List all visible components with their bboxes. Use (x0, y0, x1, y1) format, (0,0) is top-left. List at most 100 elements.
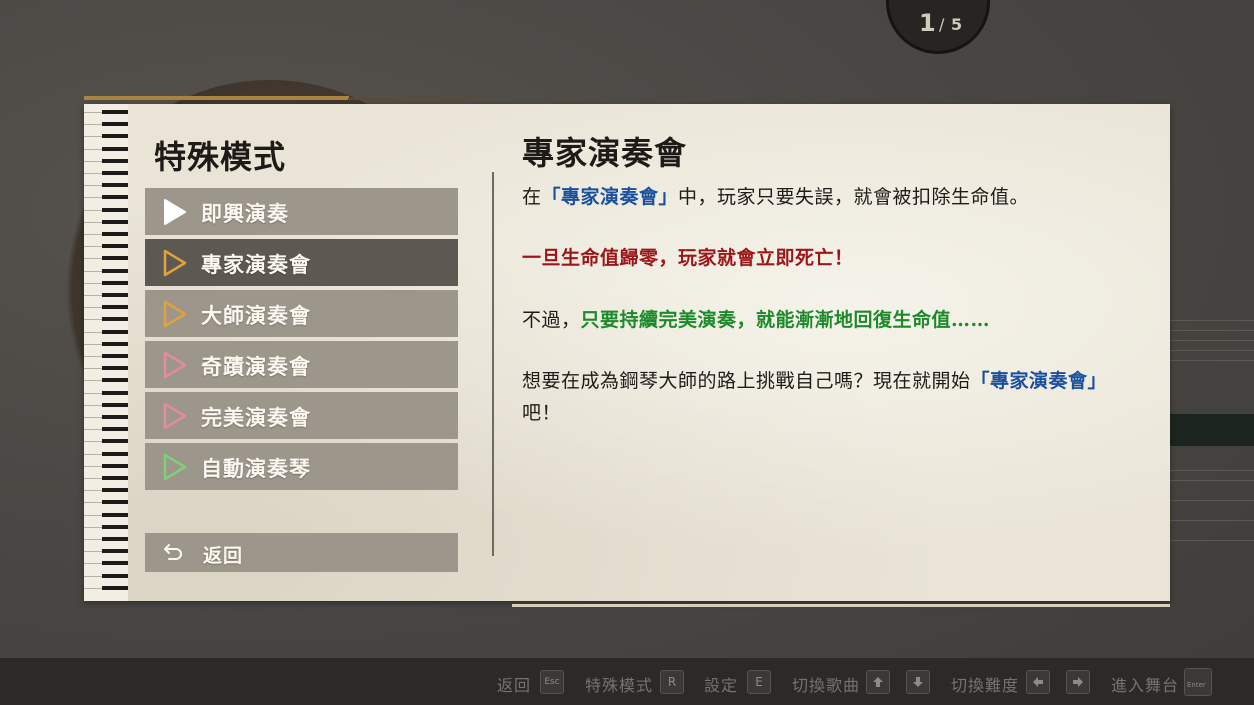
piano-key-separator (84, 185, 102, 187)
piano-key-separator (84, 514, 102, 516)
piano-black-key (102, 463, 128, 468)
piano-black-key (102, 329, 128, 334)
piano-key-separator (84, 282, 102, 284)
play-triangle-icon (163, 300, 187, 328)
piano-keys-decoration (84, 104, 128, 601)
piano-black-key (102, 561, 128, 566)
piano-key-separator (84, 173, 102, 174)
mode-name-highlight: 「專家演奏會」 (970, 370, 1108, 392)
text-segment: 不過， (522, 309, 581, 331)
piano-black-key (102, 305, 128, 310)
piano-key-separator (84, 295, 102, 296)
text-segment: 吧！ (522, 402, 562, 424)
hint-switch-song-label: 切換歌曲 (792, 676, 861, 695)
piano-black-key (102, 488, 128, 493)
back-button[interactable]: 返回 (145, 533, 458, 572)
description-paragraph-1: 在「專家演奏會」中，玩家只要失誤，就會被扣除生命值。 (522, 181, 1132, 213)
menu-item-perfect-concert[interactable]: 完美演奏會 (145, 392, 458, 439)
menu-item-label: 自動演奏琴 (201, 456, 311, 481)
r-key-icon[interactable]: R (660, 670, 684, 694)
menu-item-miracle-concert[interactable]: 奇蹟演奏會 (145, 341, 458, 388)
piano-black-key (102, 524, 128, 529)
menu-item-label: 即興演奏 (201, 201, 289, 226)
piano-black-key (102, 256, 128, 261)
page-separator: / (939, 15, 945, 34)
piano-key-separator (84, 575, 102, 577)
text-segment: 想要在成為鋼琴大師的路上挑戰自己嗎？現在就開始 (522, 370, 971, 392)
menu-item-master-concert[interactable]: 大師演奏會 (145, 290, 458, 337)
piano-key-separator (84, 441, 102, 443)
piano-key-separator (84, 502, 102, 504)
piano-black-key (102, 537, 128, 541)
menu-item-improvisation[interactable]: 即興演奏 (145, 188, 458, 235)
arrow-down-key-icon[interactable] (906, 670, 930, 694)
piano-black-key (102, 451, 128, 456)
arrow-up-key-icon[interactable] (866, 670, 890, 694)
page-total: 5 (951, 15, 963, 34)
piano-key-separator (84, 319, 102, 321)
piano-key-separator (84, 539, 102, 540)
piano-key-separator (84, 246, 102, 248)
piano-black-key (102, 195, 128, 200)
arrow-left-key-icon[interactable] (1026, 670, 1050, 694)
enter-key-label: Enter (1187, 681, 1206, 689)
hint-enter-stage-label: 進入舞台 (1111, 676, 1180, 695)
piano-black-key (102, 573, 128, 578)
piano-black-key (102, 585, 128, 590)
arrow-right-icon (1073, 677, 1083, 687)
piano-black-key (102, 110, 128, 114)
piano-key-separator (84, 453, 102, 455)
piano-black-key (102, 232, 128, 236)
arrow-right-key-icon[interactable] (1066, 670, 1090, 694)
hint-switch-difficulty-label: 切換難度 (951, 676, 1020, 695)
hint-special-mode-label: 特殊模式 (585, 676, 654, 695)
piano-key-separator (84, 356, 102, 357)
content-title: 專家演奏會 (522, 134, 688, 172)
sidebar-title: 特殊模式 (154, 138, 287, 176)
piano-black-key (102, 183, 128, 188)
text-segment: 在 (522, 186, 542, 208)
piano-black-key (102, 354, 128, 358)
piano-key-separator (84, 307, 102, 309)
menu-item-auto-piano[interactable]: 自動演奏琴 (145, 443, 458, 490)
piano-key-separator (84, 465, 102, 467)
play-triangle-icon (163, 402, 187, 430)
menu-item-label: 奇蹟演奏會 (201, 354, 311, 379)
arrow-left-icon (1033, 677, 1043, 687)
piano-black-key (102, 378, 128, 383)
e-key-icon[interactable]: E (747, 670, 771, 694)
arrow-up-icon (873, 677, 883, 687)
piano-key-separator (84, 197, 102, 199)
play-triangle-icon (163, 249, 187, 277)
hint-back-label: 返回 (497, 676, 532, 695)
piano-key-separator (84, 587, 102, 589)
enter-key-icon[interactable]: Enter (1184, 668, 1212, 696)
piano-black-key (102, 500, 128, 505)
panel-under-line (512, 604, 1170, 607)
piano-key-separator (84, 563, 102, 565)
menu-item-label: 大師演奏會 (201, 303, 311, 328)
background-dark-bar (1165, 414, 1254, 446)
piano-key-separator (84, 234, 102, 235)
menu-item-expert-concert[interactable]: 專家演奏會 (145, 239, 458, 286)
piano-key-separator (84, 112, 102, 113)
description-paragraph-3: 不過，只要持續完美演奏，就能漸漸地回復生命值…… (522, 304, 1132, 336)
piano-black-key (102, 134, 128, 139)
panel-accent-line-dark (348, 98, 488, 100)
content-divider (492, 172, 494, 556)
panel-accent-line (84, 96, 349, 100)
menu-item-label: 專家演奏會 (201, 252, 311, 277)
piano-key-separator (84, 380, 102, 382)
piano-key-separator (84, 551, 102, 553)
piano-black-key (102, 280, 128, 285)
piano-key-separator (84, 368, 102, 370)
piano-key-separator (84, 526, 102, 528)
piano-black-key (102, 244, 128, 249)
piano-key-separator (84, 404, 102, 406)
mode-name-highlight: 「專家演奏會」 (541, 186, 679, 208)
piano-key-separator (84, 221, 102, 223)
piano-key-separator (84, 429, 102, 431)
piano-black-key (102, 317, 128, 322)
esc-key-icon[interactable]: Esc (540, 670, 564, 694)
piano-black-key (102, 146, 128, 151)
